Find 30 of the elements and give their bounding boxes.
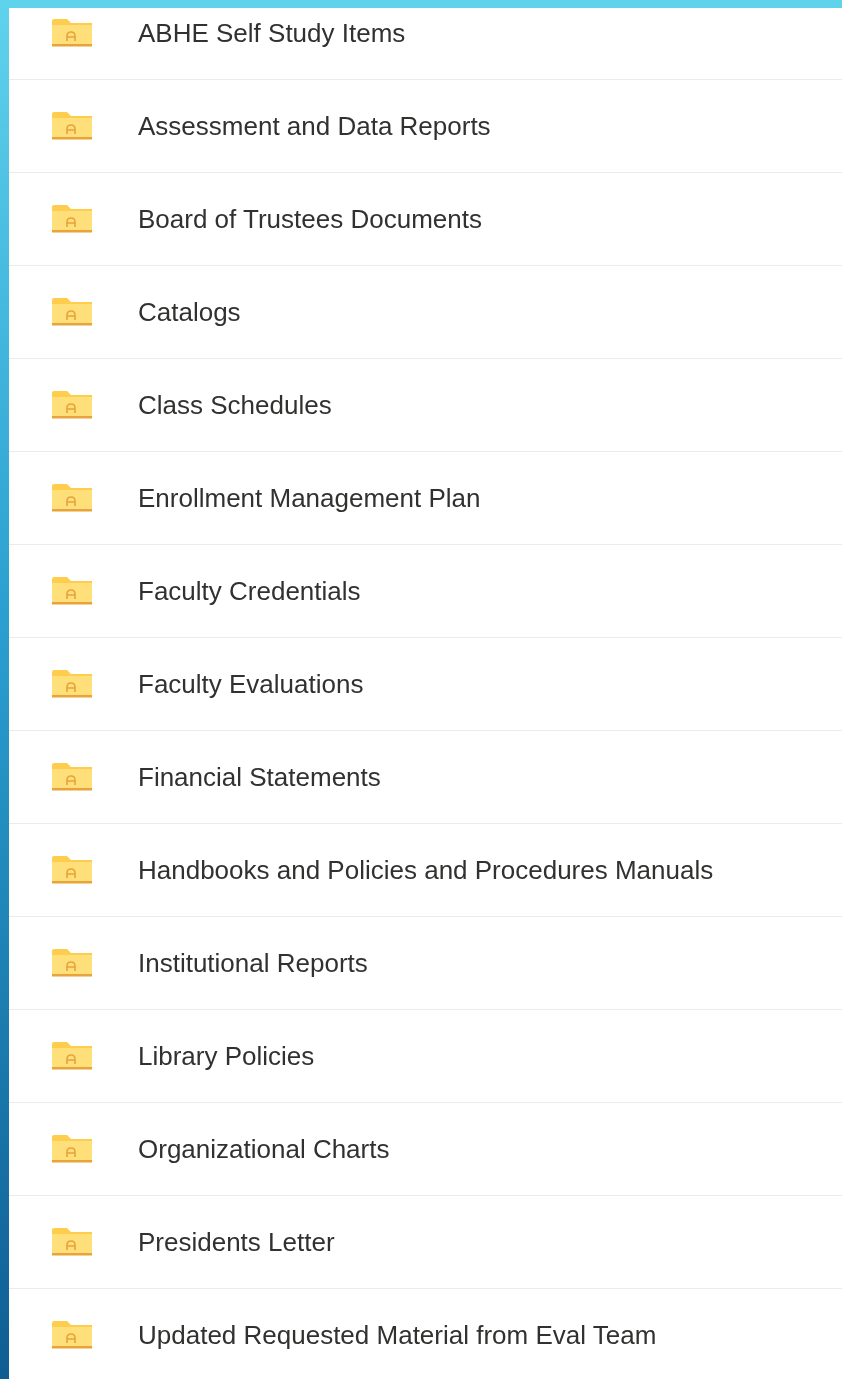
folder-name[interactable]: Faculty Credentials — [138, 575, 361, 607]
shared-folder-icon — [52, 205, 92, 233]
folder-name[interactable]: Enrollment Management Plan — [138, 482, 481, 514]
shared-folder-icon — [52, 391, 92, 419]
shared-folder-icon — [52, 112, 92, 140]
folder-name[interactable]: Faculty Evaluations — [138, 668, 364, 700]
shared-folder-icon — [52, 856, 92, 884]
shared-folder-icon — [52, 298, 92, 326]
shared-folder-icon — [52, 763, 92, 791]
folder-name[interactable]: Presidents Letter — [138, 1226, 335, 1258]
folder-name[interactable]: Catalogs — [138, 296, 241, 328]
folder-name[interactable]: Handbooks and Policies and Procedures Manuals — [138, 854, 714, 886]
shared-folder-icon — [52, 1042, 92, 1070]
folder-name[interactable]: Board of Trustees Documents — [138, 203, 482, 235]
shared-folder-icon — [52, 19, 92, 47]
shared-folder-icon — [52, 577, 92, 605]
shared-folder-icon — [52, 1228, 92, 1256]
shared-folder-icon — [52, 484, 92, 512]
folder-name[interactable]: Institutional Reports — [138, 947, 368, 979]
shared-folder-icon — [52, 670, 92, 698]
shared-folder-icon — [52, 1135, 92, 1163]
folder-name[interactable]: Organizational Charts — [138, 1133, 390, 1165]
shared-folder-icon — [52, 1321, 92, 1349]
folder-name[interactable]: ABHE Self Study Items — [138, 17, 406, 49]
folder-name[interactable]: Class Schedules — [138, 389, 332, 421]
folder-name[interactable]: Updated Requested Material from Eval Team — [138, 1319, 657, 1351]
folder-name[interactable]: Library Policies — [138, 1040, 315, 1072]
folder-name[interactable]: Financial Statements — [138, 761, 381, 793]
shared-folder-icon — [52, 949, 92, 977]
folder-name[interactable]: Assessment and Data Reports — [138, 110, 491, 142]
